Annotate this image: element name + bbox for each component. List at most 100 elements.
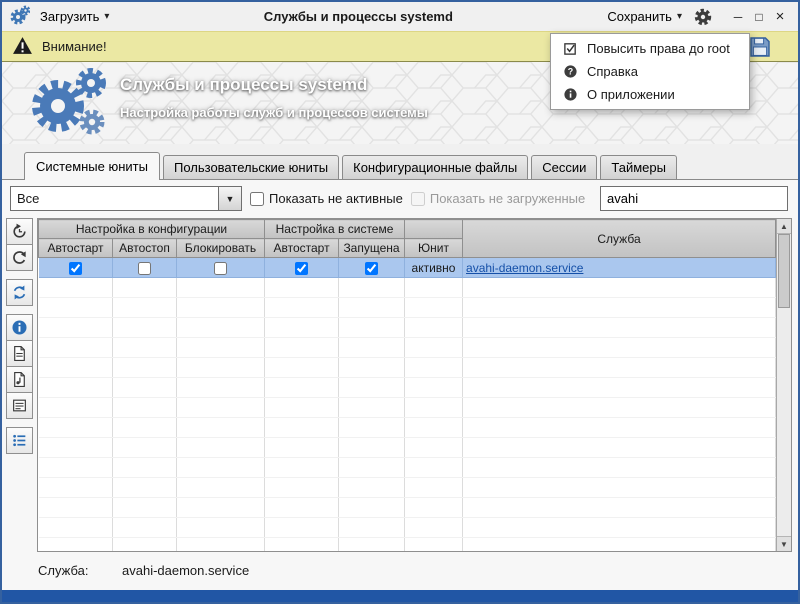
settings-dropdown-menu: Повысить права до root ? Справка О прило… xyxy=(550,33,750,110)
units-table: Настройка в конфигурации Настройка в сис… xyxy=(38,219,776,551)
show-inactive-checkbox[interactable] xyxy=(250,191,264,206)
service-link[interactable]: avahi-daemon.service xyxy=(466,261,583,275)
tab-sessions[interactable]: Сессии xyxy=(531,155,598,179)
help-icon: ? xyxy=(564,65,577,78)
document-note-icon xyxy=(14,372,25,387)
warning-icon xyxy=(12,36,33,58)
maximize-button[interactable]: □ xyxy=(749,7,769,27)
group-header-empty xyxy=(404,219,464,239)
table-row-empty[interactable] xyxy=(38,277,776,298)
unit-list-button[interactable] xyxy=(6,427,33,454)
table-row-empty[interactable] xyxy=(38,377,776,398)
column-header-block-conf: Блокировать xyxy=(175,238,266,258)
arrow-down-icon: ▼ xyxy=(780,539,788,549)
filter-row: Все ▼ Показать не активные Показать не з… xyxy=(2,180,798,216)
group-header-config: Настройка в конфигурации xyxy=(38,219,266,239)
tab-panel: Все ▼ Показать не активные Показать не з… xyxy=(2,179,798,602)
app-window: Загрузить ▾ Службы и процессы systemd Со… xyxy=(0,0,800,604)
menu-item-about[interactable]: О приложении xyxy=(551,83,749,106)
tab-bar: Системные юниты Пользовательские юниты К… xyxy=(2,144,798,180)
unit-journal-button[interactable] xyxy=(6,366,33,393)
arrow-up-icon: ▲ xyxy=(780,221,788,231)
scroll-up-button[interactable]: ▲ xyxy=(777,219,791,234)
show-unloaded-checkbox-group: Показать не загруженные xyxy=(410,191,586,206)
sync-button[interactable] xyxy=(6,279,33,306)
info-icon xyxy=(12,320,27,335)
table-row-empty[interactable] xyxy=(38,497,776,518)
show-inactive-label: Показать не активные xyxy=(269,191,403,206)
unit-file-button[interactable] xyxy=(6,340,33,367)
gear-icon xyxy=(694,8,712,25)
log-button[interactable] xyxy=(6,392,33,419)
history-button[interactable] xyxy=(6,218,33,245)
table-row-empty[interactable] xyxy=(38,417,776,438)
refresh-icon xyxy=(13,251,26,264)
floppy-icon xyxy=(750,36,770,57)
table-row-empty[interactable] xyxy=(38,297,776,318)
autostart-conf-checkbox[interactable] xyxy=(68,261,82,275)
tab-config-files[interactable]: Конфигурационные файлы xyxy=(342,155,529,179)
table-row-empty[interactable] xyxy=(38,457,776,478)
vertical-scrollbar[interactable]: ▲ ▼ xyxy=(776,219,791,551)
table-row-empty[interactable] xyxy=(38,337,776,358)
list-icon xyxy=(13,434,26,447)
menu-item-label: Справка xyxy=(587,64,638,79)
save-button[interactable]: Сохранить ▾ xyxy=(603,7,686,26)
table-row-empty[interactable] xyxy=(38,397,776,418)
autostop-conf-checkbox[interactable] xyxy=(138,261,151,275)
close-button[interactable]: × xyxy=(770,7,790,27)
window-title: Службы и процессы systemd xyxy=(263,9,453,24)
scrollbar-thumb[interactable] xyxy=(778,234,790,308)
hero-title: Службы и процессы systemd xyxy=(120,75,368,94)
show-inactive-checkbox-group: Показать не активные xyxy=(250,191,403,206)
column-header-service: Служба xyxy=(462,219,776,258)
column-header-autostart-sys: Автостарт xyxy=(264,238,340,258)
hero-subtitle: Настройка работы служб и процессов систе… xyxy=(120,105,428,120)
elevate-root-icon xyxy=(564,43,576,55)
column-header-running-sys: Запущена xyxy=(338,238,406,258)
service-detail-label: Служба: xyxy=(38,563,89,578)
menu-item-label: Повысить права до root xyxy=(587,41,730,56)
titlebar: Загрузить ▾ Службы и процессы systemd Со… xyxy=(2,2,798,31)
scroll-down-button[interactable]: ▼ xyxy=(777,536,791,551)
tab-user-units[interactable]: Пользовательские юниты xyxy=(162,155,340,179)
tab-system-units[interactable]: Системные юниты xyxy=(24,152,160,180)
main-area: Настройка в конфигурации Настройка в сис… xyxy=(2,216,798,552)
search-input[interactable] xyxy=(600,186,788,211)
save-file-button[interactable] xyxy=(748,35,772,59)
table-row-selected[interactable]: активно avahi-daemon.service xyxy=(38,257,776,278)
table-row-empty[interactable] xyxy=(38,517,776,538)
tab-timers[interactable]: Таймеры xyxy=(600,155,677,179)
minimize-button[interactable]: ─ xyxy=(728,7,748,27)
block-conf-checkbox[interactable] xyxy=(214,261,227,275)
column-header-unit: Юнит xyxy=(404,238,464,258)
column-header-autostart-conf: Автостарт xyxy=(38,238,113,258)
warning-label: Внимание! xyxy=(42,39,107,54)
unit-status-cell: активно xyxy=(404,257,464,278)
load-button[interactable]: Загрузить ▾ xyxy=(36,7,113,26)
menu-item-elevate-root[interactable]: Повысить права до root xyxy=(551,37,749,60)
save-button-label: Сохранить xyxy=(607,9,672,24)
table-row-empty[interactable] xyxy=(38,477,776,498)
table-row-empty[interactable] xyxy=(38,317,776,338)
autostart-sys-checkbox[interactable] xyxy=(295,261,309,275)
column-header-autostop-conf: Автостоп xyxy=(112,238,177,258)
history-icon xyxy=(13,223,26,238)
table-row-empty[interactable] xyxy=(38,357,776,378)
show-unloaded-label: Показать не загруженные xyxy=(429,191,586,206)
refresh-button[interactable] xyxy=(6,244,33,271)
log-icon xyxy=(13,399,26,412)
unit-filter-combobox[interactable]: Все ▼ xyxy=(10,186,242,211)
unit-info-button[interactable] xyxy=(6,314,33,341)
combobox-dropdown-button[interactable]: ▼ xyxy=(218,187,241,210)
show-unloaded-checkbox xyxy=(410,191,425,206)
table-row-empty[interactable] xyxy=(38,537,776,551)
running-sys-checkbox[interactable] xyxy=(365,261,379,275)
settings-gear-button[interactable] xyxy=(692,6,714,28)
app-icon xyxy=(10,5,31,28)
load-button-label: Загрузить xyxy=(40,9,100,24)
table-row-empty[interactable] xyxy=(38,437,776,458)
app-logo-gears xyxy=(28,66,114,144)
window-controls: ─ □ × xyxy=(728,7,790,27)
menu-item-help[interactable]: ? Справка xyxy=(551,60,749,83)
